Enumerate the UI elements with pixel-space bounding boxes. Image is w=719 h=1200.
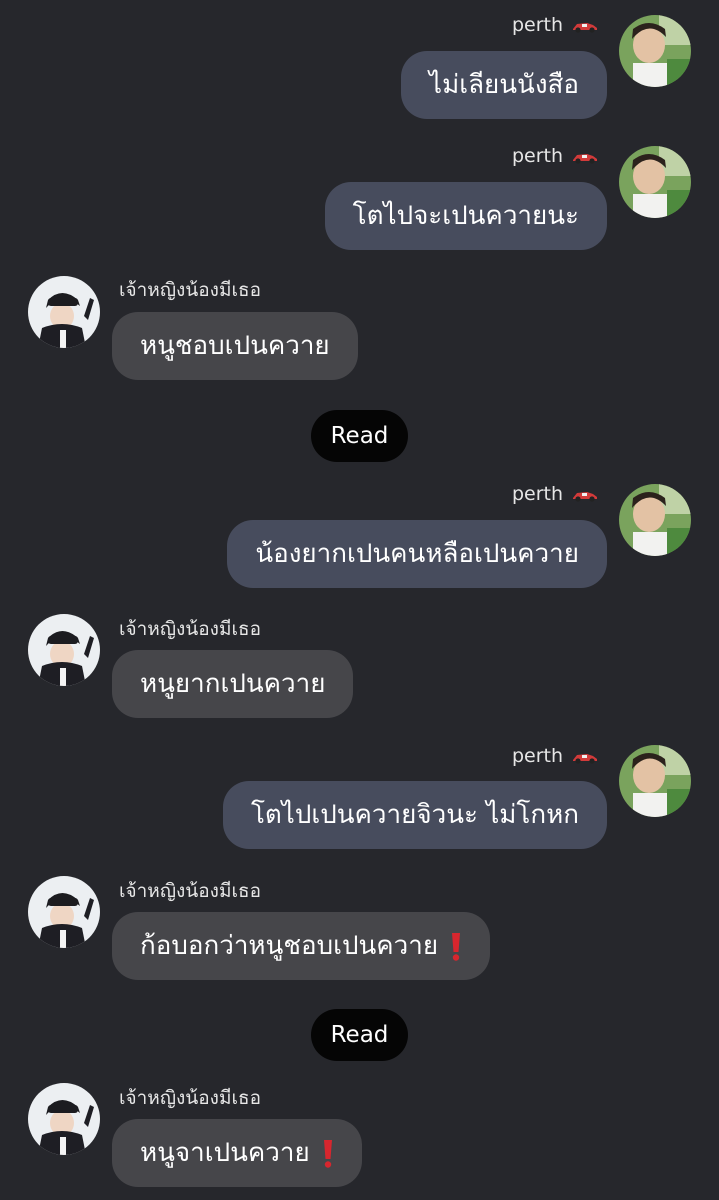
message-text: โตไปจะเปนควายนะ — [352, 201, 579, 231]
message-text: ไม่เลียนนังสือ — [429, 70, 579, 100]
sender-name-label: เจ้าหญิงน้องมีเธอ — [119, 618, 261, 640]
message-bubble-incoming[interactable]: ก้อบอกว่าหนูชอบเปนควาย — [112, 912, 491, 980]
message-text: ก้อบอกว่าหนูชอบเปนควาย — [140, 931, 439, 961]
chat-thread: perth ไม่เลียนนังสือ perth โตไปจะเปนควาย… — [0, 0, 719, 1200]
avatar-contact[interactable] — [28, 614, 100, 686]
message-bubble-outgoing[interactable]: โตไปเปนควายจิวนะ ไม่โกหก — [222, 781, 607, 849]
sender-name-label: เจ้าหญิงน้องมีเธอ — [119, 880, 261, 902]
avatar-perth[interactable] — [619, 146, 691, 218]
avatar-contact[interactable] — [28, 276, 100, 348]
sender-name-label: perth — [511, 745, 563, 767]
read-receipt: Read — [311, 410, 408, 462]
avatar-contact[interactable] — [28, 876, 100, 948]
message-text: หนูจาเปนควาย — [140, 1138, 310, 1168]
sender-name: perth — [512, 483, 599, 505]
sender-name: perth — [512, 14, 599, 36]
message-bubble-incoming[interactable]: หนูยากเปนควาย — [112, 650, 354, 718]
message-bubble-incoming[interactable]: หนูจาเปนควาย — [112, 1119, 362, 1187]
sender-name: เจ้าหญิงน้องมีเธอ — [119, 275, 261, 305]
sender-name-label: เจ้าหญิงน้องมีเธอ — [119, 1087, 261, 1109]
sender-name-label: perth — [511, 483, 563, 505]
sender-name: perth — [512, 145, 599, 167]
sender-name: เจ้าหญิงน้องมีเธอ — [119, 876, 261, 906]
read-receipt: Read — [311, 1009, 408, 1061]
exclamation-icon — [323, 1139, 332, 1168]
racecar-icon — [573, 753, 597, 764]
sender-name-label: เจ้าหญิงน้องมีเธอ — [119, 279, 261, 301]
avatar-contact[interactable] — [28, 1083, 100, 1155]
sender-name-label: perth — [511, 145, 563, 167]
sender-name: เจ้าหญิงน้องมีเธอ — [119, 614, 261, 644]
message-text: โตไปเปนควายจิวนะ ไม่โกหก — [250, 800, 579, 830]
message-text: หนูยากเปนควาย — [140, 669, 326, 699]
avatar-perth[interactable] — [619, 745, 691, 817]
sender-name: perth — [512, 745, 599, 767]
message-text: น้องยากเปนคนหลือเปนควาย — [255, 539, 579, 569]
message-bubble-outgoing[interactable]: ไม่เลียนนังสือ — [401, 51, 607, 119]
sender-name-label: perth — [511, 14, 563, 36]
exclamation-icon — [452, 932, 461, 961]
message-bubble-outgoing[interactable]: โตไปจะเปนควายนะ — [324, 182, 607, 250]
racecar-icon — [573, 491, 597, 502]
message-text: หนูชอบเปนควาย — [140, 331, 330, 361]
avatar-perth[interactable] — [619, 15, 691, 87]
sender-name: เจ้าหญิงน้องมีเธอ — [119, 1083, 261, 1113]
message-bubble-outgoing[interactable]: น้องยากเปนคนหลือเปนควาย — [227, 520, 607, 588]
racecar-icon — [573, 22, 597, 33]
message-bubble-incoming[interactable]: หนูชอบเปนควาย — [112, 312, 358, 380]
racecar-icon — [573, 153, 597, 164]
avatar-perth[interactable] — [619, 484, 691, 556]
